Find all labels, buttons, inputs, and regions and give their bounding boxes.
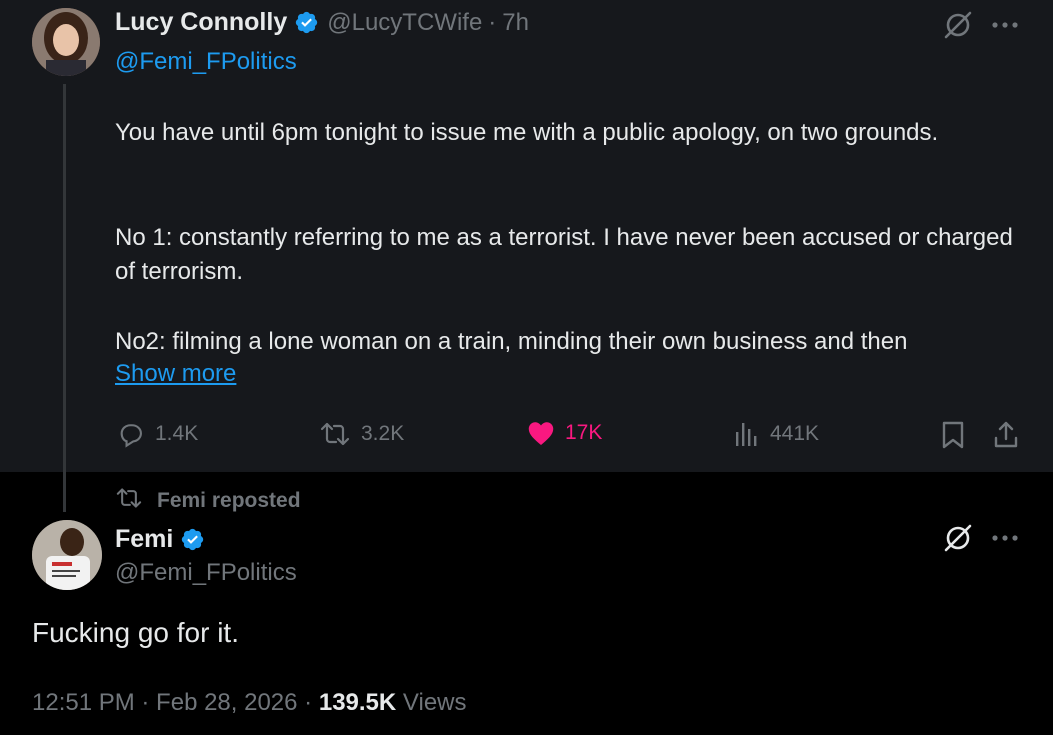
separator-dot: · xyxy=(488,8,497,36)
more-icon[interactable] xyxy=(990,18,1020,37)
reply-icon xyxy=(117,420,145,448)
more-icon[interactable] xyxy=(990,531,1020,550)
parent-author-row: Lucy Connolly @LucyTCWife · 7h xyxy=(115,8,529,37)
views-button[interactable]: 441K xyxy=(734,420,819,448)
main-author-name[interactable]: Femi xyxy=(115,525,173,554)
verified-badge-icon xyxy=(180,527,205,552)
show-more-link[interactable]: Show more xyxy=(115,360,236,388)
like-count: 17K xyxy=(565,421,603,444)
parent-tweet[interactable]: Lucy Connolly @LucyTCWife · 7h @Femi_FPo… xyxy=(0,0,1053,472)
tweet-thread: Lucy Connolly @LucyTCWife · 7h @Femi_FPo… xyxy=(0,0,1053,735)
repost-icon xyxy=(319,420,351,448)
mention-link[interactable]: @Femi_FPolitics xyxy=(115,48,297,76)
separator-dot: · xyxy=(304,689,313,716)
parent-author-name[interactable]: Lucy Connolly xyxy=(115,8,287,37)
bookmark-icon[interactable] xyxy=(940,420,966,455)
tweet-paragraph: No 1: constantly referring to me as a te… xyxy=(115,224,1013,285)
views-count: 441K xyxy=(770,422,820,445)
tweet-timestamp[interactable]: 12:51 PM · Feb 28, 2026 xyxy=(32,689,298,716)
repost-count: 3.2K xyxy=(361,422,405,445)
repost-button[interactable]: 3.2K xyxy=(319,420,404,448)
repost-label: Femi reposted xyxy=(157,489,301,512)
like-button[interactable]: 17K xyxy=(527,420,602,446)
grok-icon[interactable] xyxy=(943,523,973,558)
main-tweet-text: Fucking go for it. xyxy=(32,617,239,648)
share-icon[interactable] xyxy=(992,420,1020,455)
views-total: 139.5K xyxy=(318,689,397,716)
thread-connector-line xyxy=(63,84,66,512)
reply-count: 1.4K xyxy=(155,422,199,445)
femi-avatar[interactable] xyxy=(32,520,102,590)
tweet-paragraph: You have until 6pm tonight to issue me w… xyxy=(115,119,939,146)
reply-button[interactable]: 1.4K xyxy=(117,420,198,448)
main-author-handle[interactable]: @Femi_FPolitics xyxy=(115,559,297,587)
repost-banner[interactable]: Femi reposted xyxy=(115,486,301,516)
heart-icon xyxy=(527,420,555,446)
main-author-row: Femi xyxy=(115,525,205,554)
parent-author-handle[interactable]: @LucyTCWife xyxy=(327,9,482,37)
lucy-avatar[interactable] xyxy=(32,8,100,76)
action-bar: 1.4K 3.2K 17K 441K xyxy=(0,420,1053,450)
parent-tweet-time[interactable]: 7h xyxy=(502,9,529,37)
repost-icon xyxy=(115,486,143,516)
tweet-paragraph: No2: filming a lone woman on a train, mi… xyxy=(115,328,908,355)
verified-badge-icon xyxy=(294,10,319,35)
views-icon xyxy=(734,420,760,448)
grok-icon[interactable] xyxy=(943,10,973,45)
views-label: Views xyxy=(402,689,467,716)
tweet-meta: 12:51 PM · Feb 28, 2026 · 139.5K Views xyxy=(32,689,467,717)
